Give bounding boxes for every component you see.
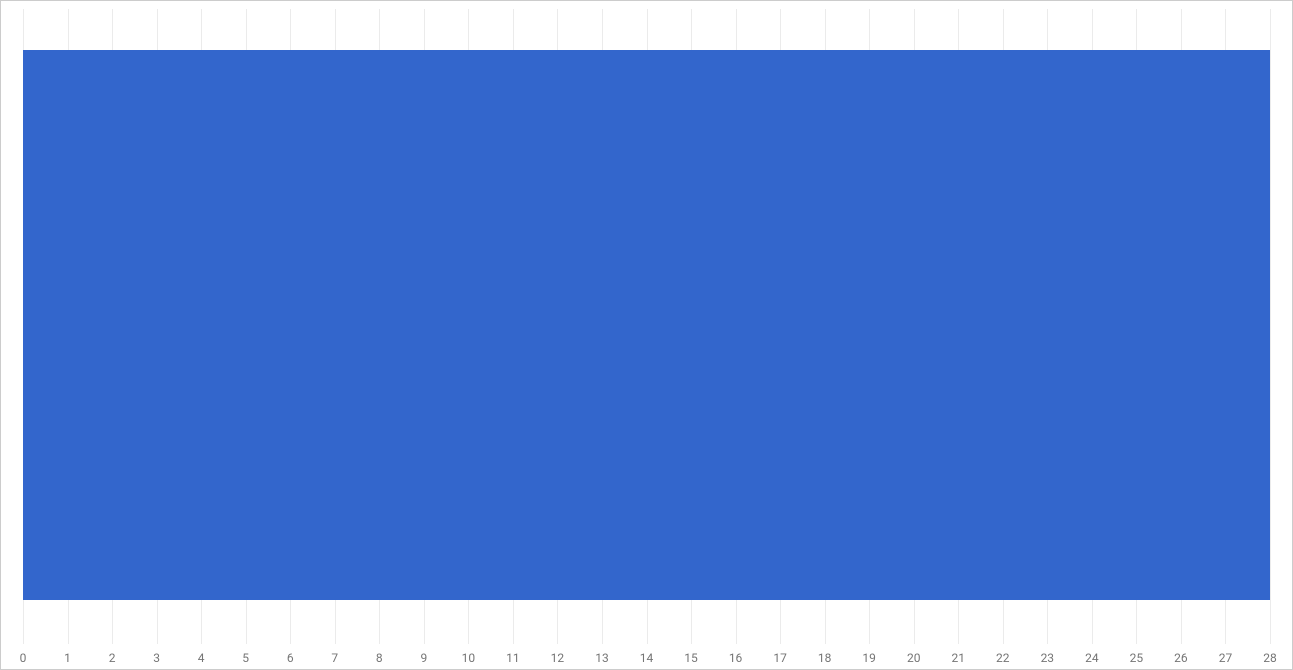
x-tick-label: 23 <box>1041 651 1055 665</box>
x-tick-label: 14 <box>640 651 654 665</box>
plot-area <box>23 9 1270 644</box>
chart-frame: 0123456789101112131415161718192021222324… <box>0 0 1293 670</box>
x-tick-label: 22 <box>996 651 1010 665</box>
x-tick-label: 16 <box>729 651 743 665</box>
x-tick-label: 9 <box>420 651 427 665</box>
x-axis: 0123456789101112131415161718192021222324… <box>23 644 1270 669</box>
x-tick-label: 2 <box>109 651 116 665</box>
bar <box>23 50 1270 599</box>
x-tick-label: 25 <box>1130 651 1144 665</box>
x-tick-label: 10 <box>462 651 476 665</box>
x-tick-label: 1 <box>64 651 71 665</box>
x-tick-label: 24 <box>1085 651 1099 665</box>
x-tick-label: 15 <box>684 651 698 665</box>
x-tick-label: 28 <box>1263 651 1277 665</box>
x-tick-label: 4 <box>198 651 205 665</box>
x-tick-label: 21 <box>952 651 966 665</box>
x-tick-label: 11 <box>506 651 520 665</box>
x-tick-label: 18 <box>818 651 832 665</box>
x-tick-label: 27 <box>1219 651 1233 665</box>
x-tick-label: 12 <box>551 651 565 665</box>
x-tick-label: 26 <box>1174 651 1188 665</box>
x-tick-label: 0 <box>20 651 27 665</box>
x-tick-label: 5 <box>242 651 249 665</box>
x-tick-label: 17 <box>773 651 787 665</box>
x-tick-label: 7 <box>331 651 338 665</box>
gridline <box>1270 9 1271 644</box>
x-tick-label: 19 <box>862 651 876 665</box>
x-tick-label: 3 <box>153 651 160 665</box>
x-tick-label: 13 <box>595 651 609 665</box>
x-tick-label: 8 <box>376 651 383 665</box>
x-tick-label: 6 <box>287 651 294 665</box>
x-tick-label: 20 <box>907 651 921 665</box>
